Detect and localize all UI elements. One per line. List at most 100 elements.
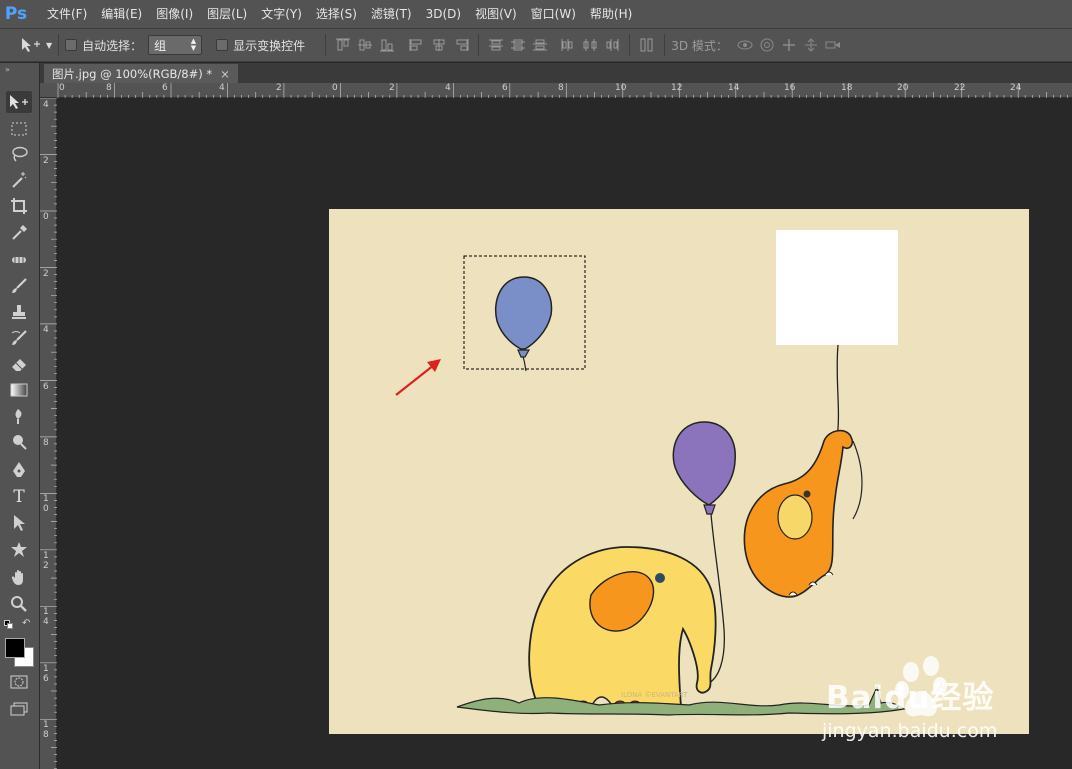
brush-icon [12,278,27,293]
divider [664,34,666,56]
distribute-top-icon[interactable] [485,34,507,56]
show-transform-label: 显示变换控件 [233,38,306,53]
align-right-icon[interactable] [450,34,472,56]
ruler-top-ticks [57,83,1068,98]
tool-preset-picker[interactable]: ▼ [20,37,52,53]
show-transform-checkbox[interactable] [216,39,229,51]
distribute-left-icon[interactable] [557,34,579,56]
hand-tool-button[interactable] [6,567,32,589]
zoom-tool-button[interactable] [6,593,32,615]
3d-slide-icon[interactable] [800,34,822,56]
document-tab-title: 图片.jpg @ 100%(RGB/8#) * [52,66,213,81]
brush-tool-button[interactable] [6,275,32,297]
distribute-bottom-icon[interactable] [529,34,551,56]
menu-window[interactable]: 窗口(W) [524,0,583,28]
align-top-icon[interactable] [332,34,354,56]
menu-layer[interactable]: 图层(L) [200,0,254,28]
divider [58,34,60,56]
menu-file[interactable]: 文件(F) [40,0,94,28]
menu-filter[interactable]: 滤镜(T) [364,0,419,28]
document-tab[interactable]: 图片.jpg @ 100%(RGB/8#) * × [44,64,238,83]
divider [325,34,327,56]
panel-collapse-icon[interactable]: » [5,65,10,74]
hand-icon [11,570,23,585]
3d-roll-icon[interactable] [756,34,778,56]
divider [629,34,631,56]
eraser-tool-button[interactable] [6,353,32,375]
move-tool-icon [10,95,28,109]
menu-help[interactable]: 帮助(H) [583,0,639,28]
align-vcenter-icon[interactable] [354,34,376,56]
blur-icon [15,409,22,424]
white-rectangle [776,230,898,345]
marquee-icon [11,122,27,136]
type-tool-button[interactable]: T [6,486,32,508]
close-icon[interactable]: × [220,67,230,81]
menu-image[interactable]: 图像(I) [149,0,200,28]
custom-shape-tool-button[interactable] [6,539,32,561]
crop-tool-button[interactable] [6,195,32,217]
watermark-url: jingyan.baidu.com [822,720,998,742]
auto-align-icon[interactable] [636,34,658,56]
path-selection-icon [14,515,25,531]
vertical-ruler[interactable]: 42024681 01 21 41 61 8 [40,98,57,769]
quick-mask-icon [10,675,28,689]
dodge-tool-button[interactable] [6,431,32,453]
move-icon [22,38,40,52]
quick-mask-button[interactable] [6,671,32,693]
photoshop-logo: Ps [4,4,28,24]
red-arrow-annotation [395,359,441,396]
menu-view[interactable]: 视图(V) [468,0,524,28]
default-colors-icon[interactable] [4,620,14,630]
watermark-brand: Baidu经验 [826,680,995,716]
menu-3d[interactable]: 3D(D) [419,0,468,28]
yellow-elephant [528,546,717,708]
3d-pan-icon[interactable] [778,34,800,56]
pen-tool-button[interactable] [6,459,32,481]
healing-brush-tool-button[interactable] [6,249,32,271]
blur-tool-button[interactable] [6,405,32,427]
path-selection-tool-button[interactable] [6,512,32,534]
menu-edit[interactable]: 编辑(E) [94,0,149,28]
distribute-vcenter-icon[interactable] [507,34,529,56]
pen-icon [13,462,25,477]
magic-wand-tool-button[interactable] [6,169,32,191]
distribute-hcenter-icon[interactable] [579,34,601,56]
artwork-credit: ILONA ©EVANTART [621,691,688,699]
chevron-down-icon: ▼ [46,40,53,50]
menu-select[interactable]: 选择(S) [309,0,364,28]
zoom-icon [11,596,27,612]
screen-mode-icon [10,702,28,716]
horizontal-ruler[interactable]: 0 8 6 4 2 0 2 4 6 8 10 12 14 16 18 20 22 24 [40,83,1072,98]
gradient-icon [10,383,28,397]
3d-orbit-icon[interactable] [734,34,756,56]
menu-bar: Ps 文件(F) 编辑(E) 图像(I) 图层(L) 文字(Y) 选择(S) 滤… [0,0,1072,28]
move-tool-button[interactable] [6,91,32,113]
eraser-icon [12,359,26,371]
foreground-color-swatch[interactable] [5,638,25,658]
menu-type[interactable]: 文字(Y) [254,0,309,28]
lasso-tool-button[interactable] [6,143,32,165]
history-brush-tool-button[interactable] [6,327,32,349]
3d-mode-label: 3D 模式： [671,38,728,53]
balloon-string [836,344,840,440]
healing-brush-icon [12,254,26,266]
auto-select-value: 组 [154,38,167,53]
marquee-tool-button[interactable] [6,118,32,140]
auto-select-checkbox[interactable] [65,39,78,51]
screen-mode-button[interactable] [6,698,32,720]
align-bottom-icon[interactable] [376,34,398,56]
eyedropper-tool-button[interactable] [6,222,32,244]
gradient-tool-button[interactable] [6,379,32,401]
document-tab-bar: 图片.jpg @ 100%(RGB/8#) * × [40,63,1072,83]
clone-stamp-tool-button[interactable] [6,301,32,323]
options-bar: ▼ 自动选择： 组 ▲ ▼ 显示变换控件 3D 模式： [0,28,1072,62]
swap-colors-icon[interactable]: ↶ [22,618,30,629]
align-hcenter-icon[interactable] [428,34,450,56]
ruler-left-ticks [40,98,57,769]
align-left-icon[interactable] [406,34,428,56]
distribute-right-icon[interactable] [601,34,623,56]
auto-select-dropdown[interactable]: 组 ▲ ▼ [148,35,203,55]
3d-camera-icon[interactable] [822,34,844,56]
tools-panel: » T ↶ [0,63,40,769]
